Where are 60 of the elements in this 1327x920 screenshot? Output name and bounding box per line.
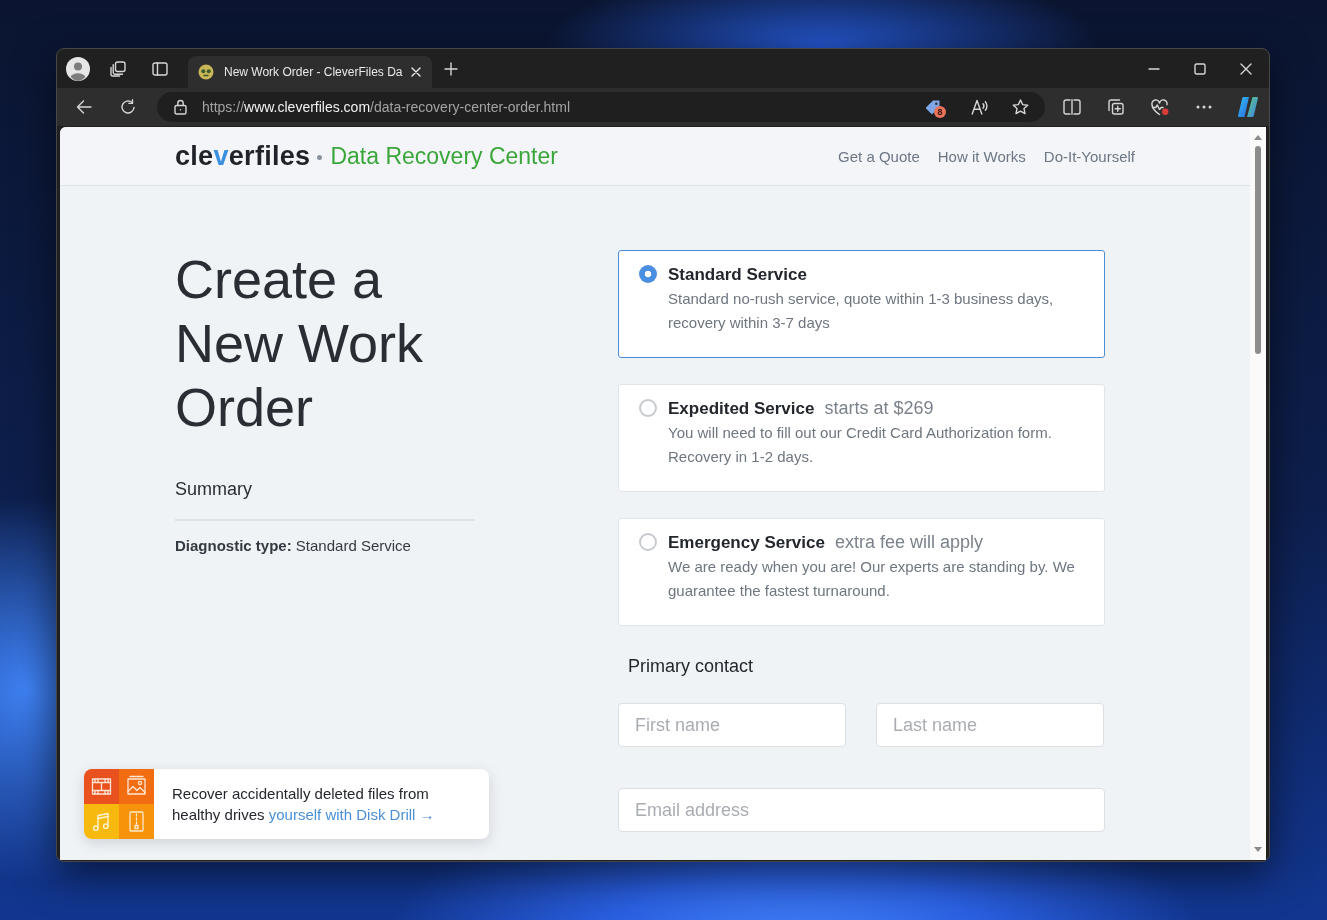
read-aloud-icon xyxy=(971,99,989,115)
service-description: We are ready when you are! Our experts are standing by. We guarantee the fastest turnaround. xyxy=(668,557,1076,601)
maximize-icon xyxy=(1194,62,1206,75)
nav-link[interactable]: How it Works xyxy=(937,147,1026,165)
close-icon xyxy=(1240,62,1252,75)
radio-button[interactable] xyxy=(639,533,657,551)
logo-wordmark[interactable]: cleverfiles xyxy=(175,140,311,172)
copilot-icon xyxy=(1237,96,1259,118)
lock-icon xyxy=(174,99,187,115)
page-title: Create a New Work Order xyxy=(175,248,425,439)
service-description: You will need to fill out our Credit Card Authorization form. Recovery in 1-2 days. xyxy=(668,423,1053,467)
service-title: Emergency Service xyxy=(668,533,825,552)
back-arrow-icon xyxy=(76,100,92,114)
more-icon xyxy=(1196,105,1212,109)
service-description: Standard no-rush service, quote within 1-3 business days, recovery within 3-7 days xyxy=(668,289,1055,333)
refresh-icon xyxy=(120,99,136,115)
dot-icon xyxy=(317,155,323,160)
service-title: Standard Service xyxy=(668,265,807,284)
service-note: extra fee will apply xyxy=(834,532,983,552)
input-field[interactable]: Last name xyxy=(876,703,1104,747)
profile-button[interactable] xyxy=(66,56,90,81)
close-icon xyxy=(411,67,422,77)
summary-line: Diagnostic type: Standard Service xyxy=(175,536,412,556)
radio-button[interactable] xyxy=(639,265,657,283)
input-field[interactable]: First name xyxy=(618,703,846,747)
service-option-card[interactable]: Expedited Service starts at $269 You will need to fill out our Credit Card Authorization form. Recovery in 1-2 days. xyxy=(618,384,1105,492)
count-badge: 8 xyxy=(934,106,946,118)
logo-tagline: Data Recovery Center xyxy=(330,142,558,170)
picture-icon xyxy=(119,769,154,804)
nav-link[interactable]: Do-It-Yourself xyxy=(1043,147,1135,165)
minimize-icon xyxy=(1148,67,1160,70)
nav-link[interactable]: Get a Quote xyxy=(838,147,920,165)
address-bar[interactable]: https://www.cleverfiles.com/data-recovery-center-order.html 8 xyxy=(157,92,1045,122)
plus-icon xyxy=(444,61,459,76)
extension-button[interactable]: 8 xyxy=(917,93,949,121)
film-strip-icon xyxy=(84,769,119,804)
split-screen-icon xyxy=(1063,99,1081,115)
promo-text: Recover accidentally deleted files from healthy drives yourself with Disk Drill → xyxy=(172,784,436,825)
scroll-down-arrow-icon xyxy=(1254,847,1262,852)
star-icon xyxy=(1011,99,1029,115)
input-field[interactable]: Email address xyxy=(618,788,1105,832)
section-heading: Primary contact xyxy=(627,655,755,677)
stacked-squares-icon xyxy=(110,60,126,77)
radio-button[interactable] xyxy=(639,399,657,417)
cartoon-head-icon xyxy=(198,64,214,80)
service-option-card[interactable]: Emergency Service extra fee will apply We are ready when you are! Our experts are standing by. We guarantee the fastest turnaround. xyxy=(618,518,1105,626)
browser-tab[interactable]: New Work Order - CleverFiles Da xyxy=(188,56,433,88)
service-note: starts at $269 xyxy=(824,398,934,418)
heart-pulse-icon xyxy=(1151,98,1169,116)
service-title: Expedited Service xyxy=(668,399,815,418)
collections-icon xyxy=(1108,99,1124,115)
summary-heading: Summary xyxy=(175,478,253,500)
music-note-icon xyxy=(84,804,119,839)
sidebar-panel-icon xyxy=(152,61,168,76)
url-text: https://www.cleverfiles.com/data-recovery-center-order.html xyxy=(202,99,571,115)
service-option-card[interactable]: Standard Service Standard no-rush service, quote within 1-3 business days, recovery within 3-7 days xyxy=(618,250,1105,358)
zip-file-icon xyxy=(119,804,154,839)
scrollbar-thumb[interactable] xyxy=(1255,146,1261,354)
avatar-icon xyxy=(66,56,90,81)
scroll-up-arrow-icon xyxy=(1254,135,1262,140)
